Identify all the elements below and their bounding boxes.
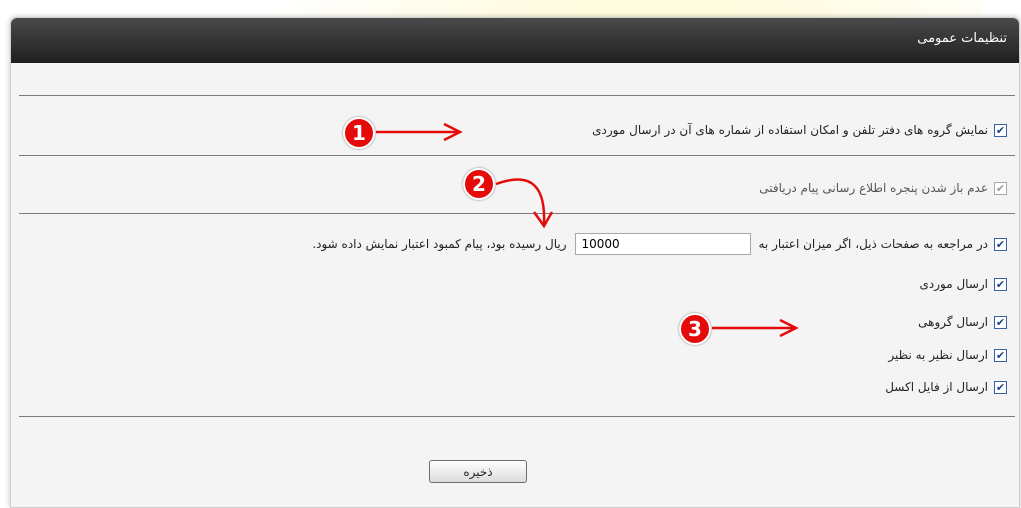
page-title: تنظیمات عمومی (917, 31, 1007, 46)
peer-send-label: ارسال نظیر به نظیر (888, 348, 988, 362)
save-button[interactable]: ذخیره (429, 460, 527, 483)
disable-notification-window-label: عدم باز شدن پنجره اطلاع رسانی پیام دریاف… (759, 181, 988, 195)
divider (19, 416, 1015, 417)
page-option-excel-send[interactable]: ✔ ارسال از فایل اکسل (885, 380, 1007, 394)
divider (19, 95, 1015, 96)
low-credit-checkbox[interactable]: ✔ (994, 237, 1007, 251)
excel-send-checkbox[interactable]: ✔ (994, 380, 1007, 394)
page-option-group-send[interactable]: ✔ ارسال گروهی (918, 315, 1007, 329)
annotation-marker-2: 2 (463, 168, 495, 200)
disable-notification-window-checkbox: ✔ (994, 181, 1007, 195)
show-phonebook-groups-checkbox[interactable]: ✔ (994, 123, 1007, 137)
group-send-label: ارسال گروهی (918, 315, 988, 329)
annotation-arrow-3-icon (712, 318, 799, 338)
option-low-credit[interactable]: ✔ در مراجعه به صفحات ذیل، اگر میزان اعتب… (312, 233, 1007, 255)
peer-send-checkbox[interactable]: ✔ (994, 348, 1007, 362)
group-send-checkbox[interactable]: ✔ (994, 315, 1007, 329)
panel-header: تنظیمات عمومی (11, 18, 1019, 63)
settings-panel: تنظیمات عمومی ✔ نمایش گروه های دفتر تلفن… (10, 17, 1020, 508)
annotation-arrow-2-icon (495, 178, 554, 229)
show-phonebook-groups-label: نمایش گروه های دفتر تلفن و امکان استفاده… (592, 123, 988, 137)
low-credit-label-before: در مراجعه به صفحات ذیل، اگر میزان اعتبار… (758, 237, 989, 251)
annotation-marker-1: 1 (343, 117, 375, 149)
annotation-arrow-1-icon (376, 122, 463, 142)
annotation-marker-3: 3 (679, 313, 711, 345)
page-option-peer-send[interactable]: ✔ ارسال نظیر به نظیر (888, 348, 1007, 362)
excel-send-label: ارسال از فایل اکسل (885, 380, 988, 394)
credit-threshold-input[interactable] (574, 233, 751, 255)
single-send-checkbox[interactable]: ✔ (994, 277, 1007, 291)
divider (19, 155, 1015, 156)
option-show-phonebook-groups[interactable]: ✔ نمایش گروه های دفتر تلفن و امکان استفا… (592, 123, 1007, 137)
single-send-label: ارسال موردی (919, 277, 988, 291)
option-disable-notification-window: ✔ عدم باز شدن پنجره اطلاع رسانی پیام دری… (759, 181, 1007, 195)
page-option-single-send[interactable]: ✔ ارسال موردی (919, 277, 1007, 291)
